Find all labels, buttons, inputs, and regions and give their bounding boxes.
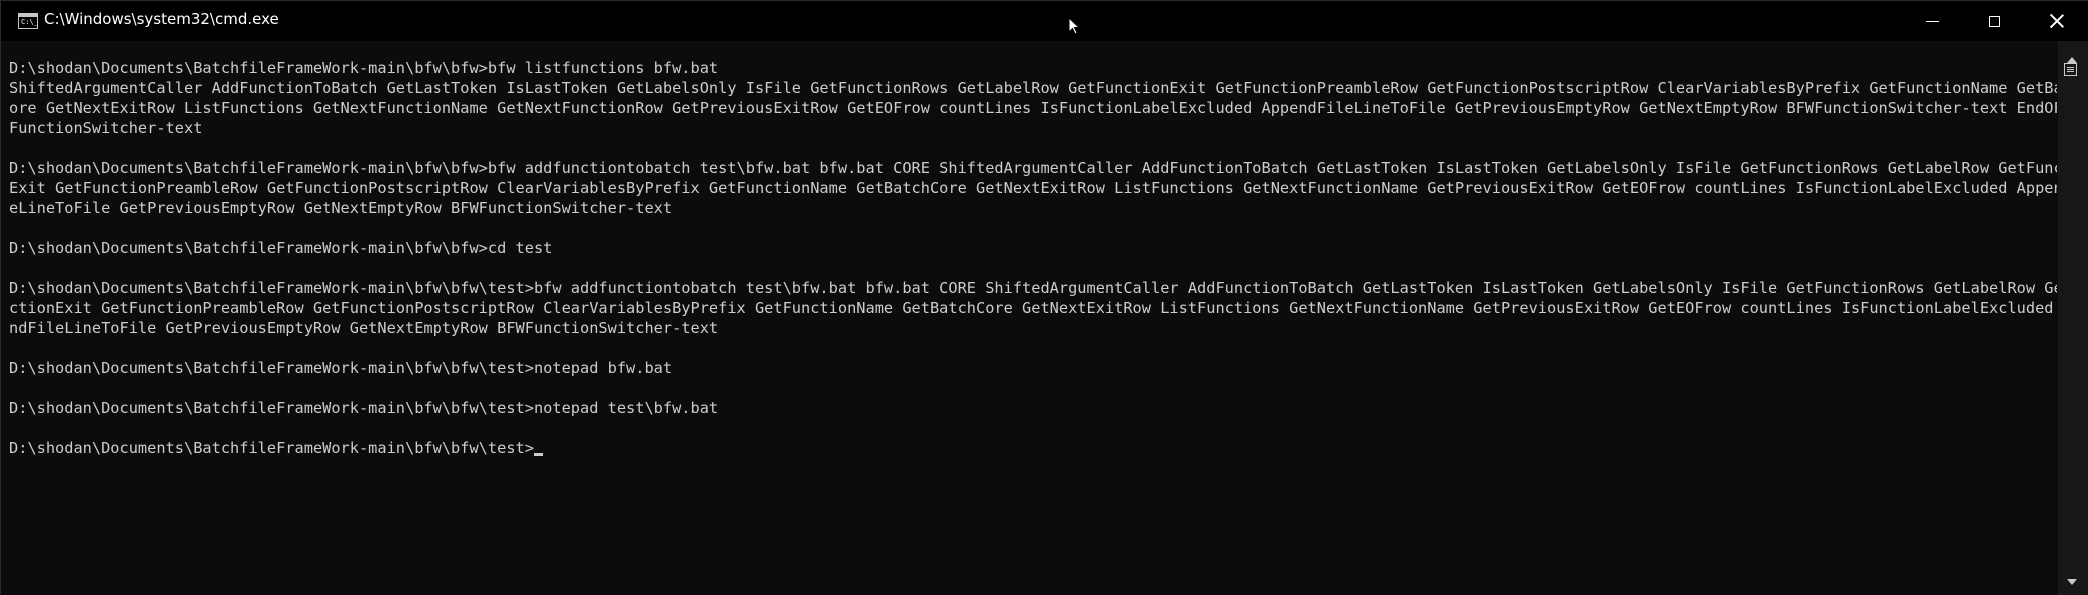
scrollbar-thumb[interactable] [2064,63,2077,76]
close-icon [2050,14,2064,28]
console-line: D:\shodan\Documents\BatchfileFrameWork-m… [9,279,2057,297]
title-bar[interactable]: C:\_ C:\Windows\system32\cmd.exe [1,1,2088,41]
console-line: FunctionSwitcher-text [9,119,203,137]
console-line: ndFileLineToFile GetPreviousEmptyRow Get… [9,319,719,337]
console-line: ctionExit GetFunctionPreambleRow GetFunc… [9,299,2057,317]
console-line: D:\shodan\Documents\BatchfileFrameWork-m… [9,59,719,77]
console-line: D:\shodan\Documents\BatchfileFrameWork-m… [9,239,553,257]
console-line: ore GetNextExitRow ListFunctions GetNext… [9,99,2057,117]
console-line: D:\shodan\Documents\BatchfileFrameWork-m… [9,399,719,417]
console-line: D:\shodan\Documents\BatchfileFrameWork-m… [9,359,673,377]
app-icon-bar [19,14,37,17]
console-bottom-strip [1,578,2058,595]
cmd-app-icon[interactable]: C:\_ [18,13,38,29]
console-line: D:\shodan\Documents\BatchfileFrameWork-m… [9,438,2057,458]
minimize-icon [1925,20,1939,22]
window-title: C:\Windows\system32\cmd.exe [44,10,279,28]
console-line: ShiftedArgumentCaller AddFunctionToBatch… [9,79,2057,97]
minimize-button[interactable] [1901,1,1963,41]
maximize-button[interactable] [1963,1,2025,41]
vertical-scrollbar[interactable] [2058,41,2088,595]
console-output[interactable]: D:\shodan\Documents\BatchfileFrameWork-m… [9,58,2057,578]
cmd-window: C:\_ C:\Windows\system32\cmd.exe D:\shod… [0,0,2088,595]
text-cursor [533,453,543,456]
console-line: Exit GetFunctionPreambleRow GetFunctionP… [9,179,2057,197]
close-button[interactable] [2026,1,2088,41]
chevron-down-icon[interactable] [2067,579,2077,585]
mouse-pointer-icon [1068,17,1080,35]
console-line: D:\shodan\Documents\BatchfileFrameWork-m… [9,159,2057,177]
console-line: eLineToFile GetPreviousEmptyRow GetNextE… [9,199,673,217]
maximize-icon [1988,15,2000,27]
app-icon-prompt: C:\_ [21,18,38,26]
